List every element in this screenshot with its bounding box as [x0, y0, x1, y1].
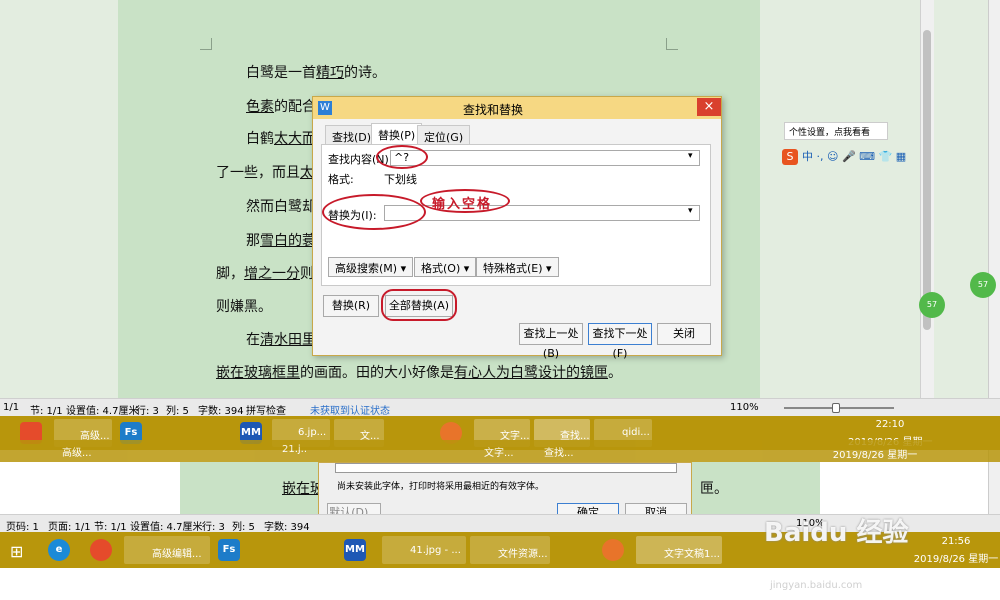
- taskbar-item[interactable]: 文字文稿1...: [636, 536, 722, 564]
- dialog-title: 查找和替换: [463, 103, 524, 117]
- clock-time[interactable]: 22:10: [850, 419, 930, 430]
- status-row: 行: 3: [136, 406, 159, 417]
- windows-start-icon[interactable]: ⊞: [10, 542, 23, 561]
- annotation-text: 输入空格: [432, 197, 493, 212]
- float-bubble[interactable]: 57: [970, 272, 996, 298]
- cert-status[interactable]: 未获取到认证状态: [310, 402, 390, 417]
- font-preview: [335, 463, 677, 473]
- doc-line: 匣。: [700, 481, 728, 497]
- chevron-down-icon[interactable]: ▾: [688, 206, 693, 216]
- status-setting: 设置值: 4.7厘米: [130, 522, 203, 533]
- doc-line: 色素的配合: [246, 99, 316, 115]
- close-icon[interactable]: ×: [697, 98, 721, 116]
- spellcheck-toggle[interactable]: 拼写检查: [246, 402, 286, 417]
- status-chars: 字数: 394: [198, 406, 244, 417]
- ie-icon[interactable]: e: [48, 539, 70, 561]
- doc-line: 然而白鹭却: [246, 199, 316, 215]
- find-input[interactable]: ^?: [390, 150, 700, 166]
- clock-date[interactable]: 2019/8/26 星期一: [912, 550, 1000, 565]
- status-setting: 设置值: 4.7厘米: [66, 406, 139, 417]
- format-button[interactable]: 格式(O) ▾: [414, 257, 477, 277]
- doc-line: 了一些，而且太: [216, 165, 314, 181]
- font-note: 尚未安装此字体，打印时将采用最相近的有效字体。: [337, 482, 545, 492]
- chrome-icon[interactable]: [90, 539, 112, 561]
- ime-toolbar[interactable]: S中 ·, ☺ 🎤 ⌨ 👕 ▦: [782, 148, 932, 166]
- scrollbar-thumb[interactable]: [923, 30, 931, 330]
- ime-tooltip: 个性设置，点我看看: [784, 122, 888, 140]
- doc-line: 白鹭是一首精巧的诗。: [246, 65, 386, 81]
- zoom-level[interactable]: 110%: [730, 402, 759, 413]
- clock-date[interactable]: 2019/8/26 星期一: [830, 446, 920, 461]
- find-highlight-circle: [376, 145, 428, 169]
- taskbar-middle: 高级... 21.j... 文字... 查找... 2019/8/26 星期一: [0, 440, 1000, 462]
- status-col: 列: 5: [166, 406, 189, 417]
- watermark-url: jingyan.baidu.com: [770, 580, 863, 591]
- taskbar-item[interactable]: 高级...: [36, 440, 94, 460]
- tab-goto[interactable]: 定位(G): [417, 125, 471, 145]
- find-prev-button[interactable]: 查找上一处(B): [519, 323, 583, 360]
- find-replace-dialog: W 查找和替换 × 查找(D) 替换(P) 定位(G) 查找内容(N): ^? …: [312, 96, 722, 360]
- wps-app-icon: W: [318, 101, 332, 115]
- replace-panel: 查找内容(N): ^? ▾ 格式: 下划线 替换为(I): ▾ 输入空格 高级搜…: [321, 144, 711, 286]
- taskbar-item[interactable]: 文件资源...: [470, 536, 550, 564]
- page-corner-mark: [666, 38, 678, 50]
- format-value: 下划线: [384, 173, 417, 186]
- doc-line: 在清水田里: [246, 332, 316, 348]
- status-page: 1/1: [3, 402, 20, 413]
- format-label: 格式:: [328, 173, 354, 186]
- status-row: 行: 3: [202, 522, 225, 533]
- sogou-icon[interactable]: S: [782, 149, 798, 165]
- taskbar-item[interactable]: 21.j...: [256, 440, 306, 460]
- replace-all-highlight: [381, 289, 457, 321]
- status-section: 节: 1/1: [94, 522, 127, 533]
- chevron-down-icon[interactable]: ▾: [688, 151, 693, 161]
- status-bar: 1/1 节: 1/1 设置值: 4.7厘米 行: 3 列: 5 字数: 394 …: [0, 398, 1000, 417]
- status-section: 节: 1/1: [30, 406, 63, 417]
- dialog-close-button[interactable]: 关闭: [657, 323, 711, 345]
- special-format-button[interactable]: 特殊格式(E) ▾: [476, 257, 559, 277]
- find-next-button[interactable]: 查找下一处(F): [588, 323, 652, 360]
- doc-line: 嵌在玻璃框里的画面。田的大小好像是有心人为白鹭设计的镜匣。: [216, 365, 622, 381]
- status-chars: 字数: 394: [264, 522, 310, 533]
- status-col: 列: 5: [232, 522, 255, 533]
- tab-replace[interactable]: 替换(P): [371, 123, 423, 145]
- doc-line: 白鹤太大而: [246, 131, 316, 147]
- fs-icon[interactable]: Fs: [218, 539, 240, 561]
- replace-highlight-circle: [322, 194, 426, 230]
- baidu-watermark: Baidu 经验: [764, 518, 909, 548]
- doc-line: 那雪白的蓑: [246, 233, 316, 249]
- status-pagenum: 页码: 1: [6, 522, 39, 533]
- zoom-slider-thumb[interactable]: [832, 403, 840, 413]
- taskbar-item[interactable]: 查找...: [518, 440, 574, 460]
- mm-icon[interactable]: MM: [344, 539, 366, 561]
- float-bubble[interactable]: 57: [919, 292, 945, 318]
- doc-line: 则嫌黑。: [216, 299, 272, 315]
- firefox-icon[interactable]: [602, 539, 624, 561]
- advanced-search-button[interactable]: 高级搜索(M) ▾: [328, 257, 414, 277]
- taskbar-item[interactable]: 41.jpg - ...: [382, 536, 466, 564]
- doc-line: 脚，增之一分则: [216, 266, 314, 282]
- replace-button[interactable]: 替换(R): [323, 295, 379, 317]
- clock-time[interactable]: 21:56: [916, 536, 996, 547]
- status-pages: 页面: 1/1: [48, 522, 91, 533]
- page-corner-mark: [200, 38, 212, 50]
- taskbar-item[interactable]: 文字...: [458, 440, 514, 460]
- taskbar-item[interactable]: 高级编辑...: [124, 536, 210, 564]
